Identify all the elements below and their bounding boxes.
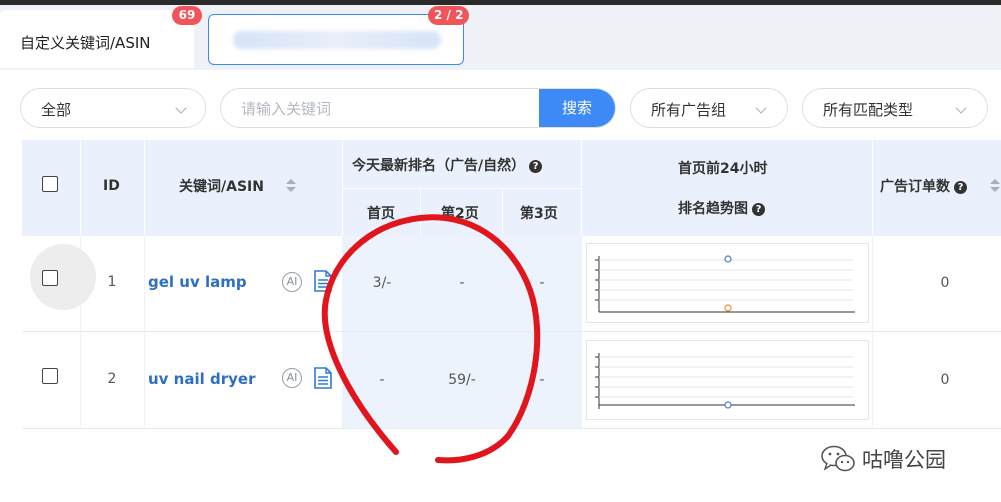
row-id: 2 [107,371,117,387]
row-keyword-link[interactable]: gel uv lamp [148,273,247,291]
tab-custom-keyword-label: 自定义关键词/ASIN [20,34,151,52]
header-trend-line2: 排名趋势图? [678,198,765,218]
tab-active-badge: 2 / 2 [428,6,470,25]
header-ad-orders-label: 广告订单数 [880,179,950,195]
checkbox-hover-ripple [30,244,96,310]
trend-sparkline[interactable] [586,243,869,323]
ai-icon[interactable]: AI [282,368,302,388]
divider [342,188,581,189]
row-checkbox[interactable] [42,270,58,286]
row-rank-page2: - [459,275,465,291]
divider [581,140,582,236]
search-input[interactable] [221,89,561,127]
chevron-down-icon [955,102,967,114]
divider [144,236,145,428]
scope-select[interactable]: 全部 [20,88,206,128]
ai-icon[interactable]: AI [282,272,302,292]
header-trend-line2-label: 排名趋势图 [678,201,748,217]
ad-group-select[interactable]: 所有广告组 [630,88,788,128]
divider [80,140,81,236]
trend-chart [595,255,855,313]
sort-icon[interactable] [990,179,1000,193]
row-ad-orders: 0 [940,372,950,388]
watermark: 咕噜公园 [820,442,946,476]
divider [144,140,145,236]
trend-chart [595,353,855,409]
header-page1: 首页 [367,206,395,222]
row-checkbox[interactable] [42,368,58,384]
document-icon[interactable] [314,367,332,389]
select-all-checkbox[interactable] [42,176,58,192]
header-page3: 第3页 [520,206,558,222]
help-icon[interactable]: ? [954,181,967,194]
header-page2: 第2页 [441,206,479,222]
tab-custom-keyword[interactable]: 自定义关键词/ASIN [0,10,194,68]
row-rank-page2: 59/- [448,372,476,388]
ad-group-select-value: 所有广告组 [651,101,727,119]
scope-select-value: 全部 [41,101,72,119]
main-panel: 全部 搜索 所有广告组 所有匹配类型 ID 关键词/ASIN 今天最新排名（广告… [0,70,1001,502]
header-keyword[interactable]: 关键词/ASIN [179,176,264,196]
wechat-icon [821,445,855,472]
document-icon[interactable] [314,270,332,292]
match-type-select[interactable]: 所有匹配类型 [802,88,988,128]
search-button[interactable]: 搜索 [539,89,615,127]
trend-sparkline[interactable] [586,340,869,420]
divider [872,140,873,236]
header-rank-group: 今天最新排名（广告/自然）? [352,155,543,175]
row-ad-orders: 0 [940,275,950,291]
divider [502,188,503,236]
divider [872,236,873,428]
header-trend-line1: 首页前24小时 [678,161,768,177]
row-id: 1 [107,274,117,290]
chevron-down-icon [175,102,187,114]
header-id: ID [103,178,120,194]
row-rank-page3: - [539,372,545,388]
rank-column-highlight [342,236,581,428]
divider [581,236,582,428]
sort-icon[interactable] [286,179,296,193]
row-divider [22,428,1001,429]
help-icon[interactable]: ? [529,160,543,173]
row-rank-page3: - [539,275,545,291]
header-ad-orders[interactable]: 广告订单数? [880,176,967,196]
row-keyword-link[interactable]: uv nail dryer [148,370,255,388]
row-rank-page1: - [379,372,385,388]
tab-custom-keyword-badge: 69 [172,6,202,25]
divider [420,188,421,236]
help-icon[interactable]: ? [752,203,765,216]
match-type-select-value: 所有匹配类型 [823,101,914,119]
top-strip [0,0,1001,5]
search-box: 搜索 [220,88,616,128]
tab-active[interactable] [208,14,464,65]
header-rank-group-label: 今天最新排名（广告/自然） [352,158,526,174]
row-divider [22,331,1001,332]
row-rank-page1: 3/- [372,275,392,291]
chevron-down-icon [755,102,767,114]
watermark-text: 咕噜公园 [862,448,946,472]
tab-active-blurred-label [233,31,441,49]
